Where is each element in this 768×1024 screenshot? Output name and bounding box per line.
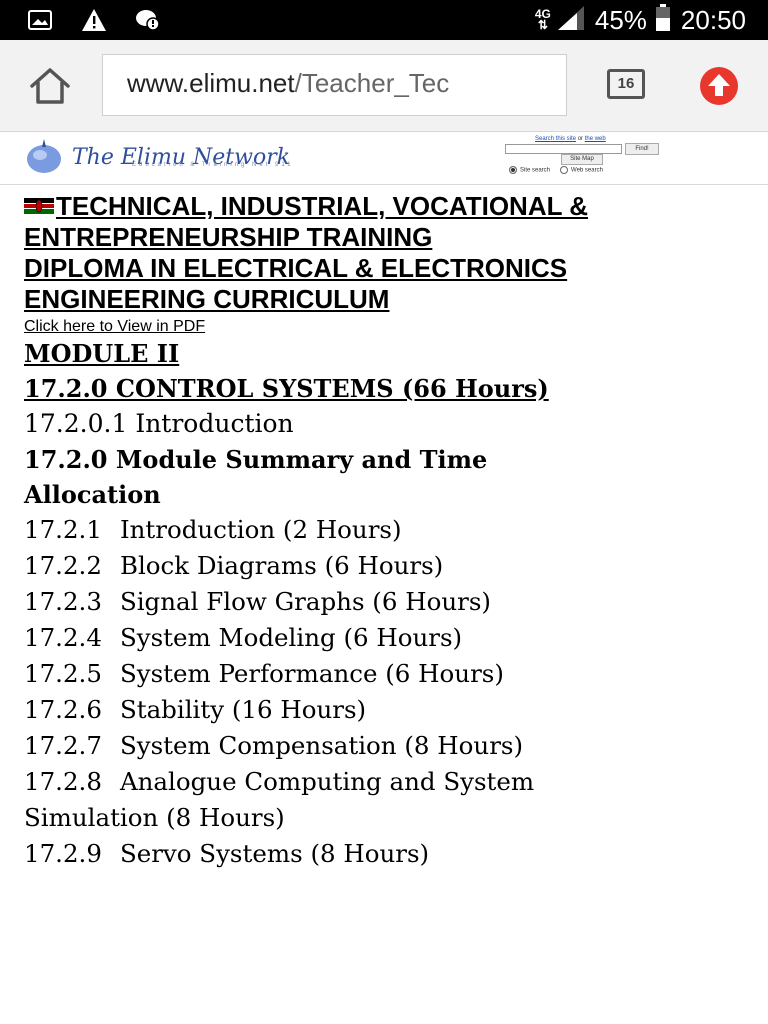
home-icon	[30, 68, 70, 104]
title-line: ENTREPRENEURSHIP TRAINING	[24, 222, 433, 252]
page-content: TECHNICAL, INDUSTRIAL, VOCATIONAL & ENTR…	[24, 191, 754, 872]
list-item: 17.2.3 Signal Flow Graphs (6 Hours)	[24, 587, 491, 616]
list-item: 17.2.4 System Modeling (6 Hours)	[24, 623, 463, 652]
site-map-button[interactable]: Site Map	[561, 154, 603, 165]
view-pdf-link[interactable]: Click here to View in PDF	[24, 317, 754, 336]
search-scope: Site search Web search	[509, 166, 603, 174]
title-line: TECHNICAL, INDUSTRIAL, VOCATIONAL &	[56, 191, 589, 221]
page-title: TECHNICAL, INDUSTRIAL, VOCATIONAL & ENTR…	[24, 191, 754, 315]
gallery-icon	[26, 6, 54, 34]
url-host: www.elimu.net	[127, 68, 295, 98]
title-line: DIPLOMA IN ELECTRICAL & ELECTRONICS	[24, 253, 568, 283]
logo-tagline: Education & Training Net 911	[132, 162, 294, 168]
module-title: MODULE II	[24, 339, 180, 368]
status-bar: 4G ⇅ 45% 20:50	[0, 0, 768, 40]
clock: 20:50	[680, 4, 746, 35]
signal-icon	[557, 5, 585, 36]
list-item: Simulation (8 Hours)	[24, 803, 285, 832]
battery-icon	[655, 3, 671, 37]
upload-arrow-icon	[700, 67, 738, 105]
list-item: 17.2.2 Block Diagrams (6 Hours)	[24, 551, 444, 580]
search-or-text: or	[577, 136, 584, 142]
kenya-flag-icon	[24, 198, 54, 215]
site-search: Search this site or the web Find! Site M…	[505, 136, 665, 180]
header-divider	[0, 184, 768, 185]
find-button[interactable]: Find!	[625, 143, 659, 155]
site-logo[interactable]: The Elimu Network Education & Training N…	[24, 134, 314, 180]
upload-button[interactable]	[699, 66, 739, 106]
globe-logo-icon	[27, 139, 61, 173]
search-links: Search this site or the web	[535, 136, 606, 142]
url-path: /Teacher_Tec	[294, 68, 450, 98]
list-item: 17.2.8 Analogue Computing and System	[24, 767, 535, 796]
warning-icon	[80, 6, 108, 34]
notification-icons	[26, 6, 162, 34]
browser-toolbar: www.elimu.net/Teacher_Tec 16	[0, 40, 768, 132]
list-item: 17.2.1 Introduction (2 Hours)	[24, 515, 402, 544]
intro-line: 17.2.0.1 Introduction	[24, 409, 294, 438]
list-item: 17.2.9 Servo Systems (8 Hours)	[24, 839, 430, 868]
system-status: 4G ⇅ 45% 20:50	[535, 3, 746, 37]
search-site-link[interactable]: Search this site	[535, 136, 576, 142]
tab-switcher-button[interactable]: 16	[607, 69, 645, 99]
address-bar[interactable]: www.elimu.net/Teacher_Tec	[102, 54, 567, 116]
radio-site-search[interactable]: Site search	[509, 166, 550, 174]
topic-list: 17.2.1 Introduction (2 Hours) 17.2.2 Block…	[24, 512, 754, 872]
search-input[interactable]	[505, 144, 622, 154]
chat-bubbles-icon	[134, 6, 162, 34]
summary-title: 17.2.0 Module Summary and Time Allocatio…	[24, 445, 488, 509]
radio-web-search[interactable]: Web search	[560, 166, 603, 174]
list-item: 17.2.7 System Compensation (8 Hours)	[24, 731, 524, 760]
network-type: 4G ⇅	[534, 7, 551, 32]
search-web-link[interactable]: the web	[585, 136, 606, 142]
radio-selected-icon	[509, 166, 517, 174]
list-item: 17.2.5 System Performance (6 Hours)	[24, 659, 504, 688]
unit-title: 17.2.0 CONTROL SYSTEMS (66 Hours)	[24, 374, 549, 403]
list-item: 17.2.6 Stability (16 Hours)	[24, 695, 367, 724]
title-line: ENGINEERING CURRICULUM	[24, 284, 390, 314]
home-button[interactable]	[28, 66, 72, 106]
url-text: www.elimu.net/Teacher_Tec	[127, 68, 449, 99]
radio-unselected-icon	[560, 166, 569, 174]
battery-percent: 45%	[594, 4, 647, 35]
